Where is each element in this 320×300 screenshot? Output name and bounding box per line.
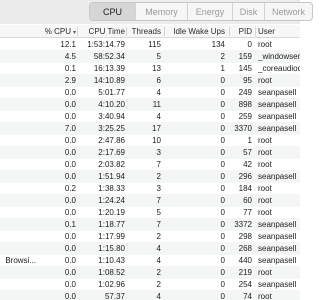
column-header-idle-wake-ups[interactable]: Idle Wake Ups bbox=[162, 25, 225, 38]
idle-wake-ups-cell: 0 bbox=[220, 292, 225, 300]
tab-memory[interactable]: Memory bbox=[135, 3, 187, 20]
process-table: 12.1 1:53:14.79 115 134 0 root 4.5 58:52.34 5 2 15… bbox=[0, 38, 300, 300]
column-header-pid[interactable]: PID bbox=[227, 25, 252, 38]
tab-cpu[interactable]: CPU bbox=[90, 3, 135, 20]
column-header-cpu-time[interactable]: CPU Time bbox=[78, 25, 125, 38]
tab-energy[interactable]: Energy bbox=[187, 3, 232, 20]
thread-count-cell: 4 bbox=[156, 292, 161, 300]
process-name-cell bbox=[0, 290, 36, 300]
table-row[interactable]: 0.0 57.37 4 0 74 root bbox=[0, 290, 300, 300]
column-header-threads[interactable]: Threads bbox=[126, 25, 161, 38]
tab-disk[interactable]: Disk bbox=[232, 3, 264, 20]
tab-switcher: CPU Memory Energy Disk Network bbox=[89, 2, 313, 21]
pid-cell: 74 bbox=[243, 292, 252, 300]
column-header-cpu[interactable]: % CPU ▾ bbox=[38, 25, 76, 38]
cpu-time-cell: 57.37 bbox=[104, 292, 125, 300]
toolbar: CPU Memory Energy Disk Network bbox=[0, 0, 313, 24]
cpu-percent-cell: 0.0 bbox=[64, 292, 76, 300]
tab-network[interactable]: Network bbox=[264, 3, 312, 20]
vertical-scrollbar[interactable] bbox=[294, 38, 300, 300]
table-header: % CPU ▾ CPU Time Threads Idle Wake Ups PI… bbox=[0, 25, 300, 38]
sort-descending-icon: ▾ bbox=[72, 30, 76, 36]
column-header-user[interactable]: User bbox=[258, 25, 300, 38]
